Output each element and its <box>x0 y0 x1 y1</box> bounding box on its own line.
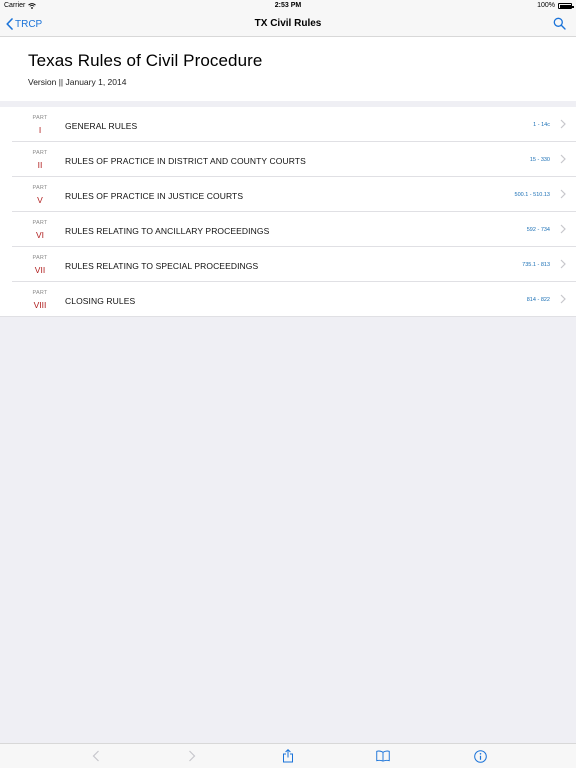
search-icon[interactable] <box>553 17 566 30</box>
version-label: Version || January 1, 2014 <box>28 77 127 87</box>
part-title: RULES OF PRACTICE IN JUSTICE COURTS <box>65 191 244 201</box>
part-title: RULES RELATING TO SPECIAL PROCEEDINGS <box>65 261 259 271</box>
battery-icon <box>558 3 574 9</box>
chevron-right-icon <box>560 189 566 199</box>
part-title: CLOSING RULES <box>65 296 136 306</box>
back-arrow-icon[interactable] <box>89 749 103 763</box>
document-header: Texas Rules of Civil Procedure Version |… <box>0 37 576 101</box>
part-title: RULES RELATING TO ANCILLARY PROCEEDINGS <box>65 226 270 236</box>
rule-range: 814 - 822 <box>526 297 550 303</box>
part-label: PART <box>32 150 48 156</box>
rule-range: 1 - 14c <box>533 122 550 128</box>
share-icon[interactable] <box>281 749 295 763</box>
forward-arrow-icon[interactable] <box>185 749 199 763</box>
list-item[interactable]: PART VI RULES RELATING TO ANCILLARY PROC… <box>0 212 576 247</box>
rule-range: 500.1 - 510.13 <box>514 192 550 198</box>
book-icon[interactable] <box>376 749 390 763</box>
list-item[interactable]: PART VIII CLOSING RULES 814 - 822 <box>0 282 576 317</box>
nav-bar: TRCP TX Civil Rules <box>0 12 576 37</box>
part-title: GENERAL RULES <box>65 121 138 131</box>
chevron-right-icon <box>560 294 566 304</box>
info-icon[interactable] <box>473 749 487 763</box>
chevron-right-icon <box>560 224 566 234</box>
part-label: PART <box>32 115 48 121</box>
part-label: PART <box>32 255 48 261</box>
parts-list: PART I GENERAL RULES 1 - 14c PART II RUL… <box>0 107 576 317</box>
chevron-right-icon <box>560 154 566 164</box>
part-number: II <box>37 160 43 170</box>
list-item[interactable]: PART V RULES OF PRACTICE IN JUSTICE COUR… <box>0 177 576 212</box>
status-right: 100% <box>537 0 574 12</box>
chevron-right-icon <box>560 119 566 129</box>
list-item[interactable]: PART II RULES OF PRACTICE IN DISTRICT AN… <box>0 142 576 177</box>
part-label: PART <box>32 220 48 226</box>
part-number: I <box>38 125 42 135</box>
part-label: PART <box>32 185 48 191</box>
nav-title: TX Civil Rules <box>254 18 322 29</box>
status-bar: Carrier 2:53 PM 100% <box>0 0 576 12</box>
bottom-toolbar <box>0 743 576 768</box>
part-number: V <box>37 195 43 205</box>
part-number: VIII <box>33 300 47 310</box>
rule-range: 15 - 330 <box>529 157 550 163</box>
chevron-right-icon <box>560 259 566 269</box>
status-time: 2:53 PM <box>274 2 302 9</box>
rule-range: 592 - 734 <box>526 227 550 233</box>
rule-range: 735.1 - 813 <box>522 262 550 268</box>
part-number: VII <box>34 265 46 275</box>
battery-percent: 100% <box>537 2 555 9</box>
list-item[interactable]: PART VII RULES RELATING TO SPECIAL PROCE… <box>0 247 576 282</box>
list-item[interactable]: PART I GENERAL RULES 1 - 14c <box>0 107 576 142</box>
part-number: VI <box>35 230 45 240</box>
page-title: Texas Rules of Civil Procedure <box>28 51 263 70</box>
part-label: PART <box>32 290 48 296</box>
part-title: RULES OF PRACTICE IN DISTRICT AND COUNTY… <box>65 156 306 166</box>
